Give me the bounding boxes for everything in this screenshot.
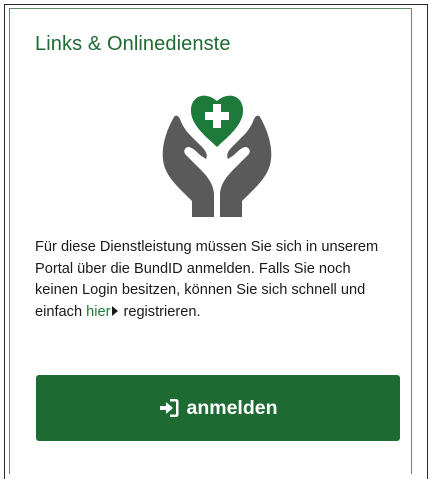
sign-in-icon <box>158 397 180 419</box>
caring-hands-heart-icon <box>150 77 284 219</box>
card-title: Links & Onlinedienste <box>35 33 231 55</box>
links-onlinedienste-card: Links & Onlinedienste Für diese Dienstle… <box>9 8 412 474</box>
login-button-label: anmelden <box>186 396 278 419</box>
login-button[interactable]: anmelden <box>36 375 400 441</box>
login-info-text: Für diese Dienstleistung müssen Sie sich… <box>35 237 395 323</box>
register-link[interactable]: hier <box>86 304 110 320</box>
link-arrow-icon <box>112 305 119 316</box>
info-text-part-2: registrieren. <box>123 303 201 320</box>
